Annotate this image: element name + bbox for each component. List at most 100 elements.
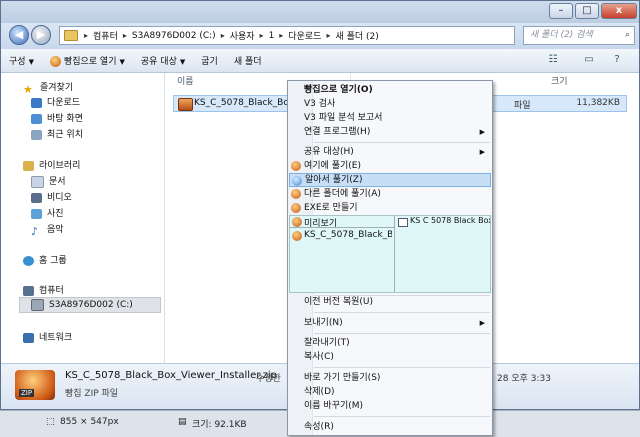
nav-homegroup-label: 홈 그룹 — [39, 256, 67, 266]
open-with-bandizip-button[interactable]: 빵집으로 열기 ▼ — [42, 54, 133, 67]
breadcrumb-downloads[interactable]: 다운로드 — [288, 29, 321, 42]
menu-copy[interactable]: 복사(C) — [289, 350, 491, 364]
back-button[interactable]: ◀ — [9, 25, 29, 45]
pictures-icon — [31, 208, 42, 219]
menu-preview-panel[interactable]: 미리보기 KS_C_5078_Black_Box_Vi KS C 5078 Bl… — [289, 215, 491, 293]
address-bar[interactable]: ▸ 컴퓨터 ▸ S3A8976D002 (C:) ▸ 사용자 ▸ 1 ▸ 다운로… — [59, 26, 515, 45]
breadcrumb-new-folder[interactable]: 새 폴더 (2) — [335, 29, 378, 42]
breadcrumb-computer[interactable]: 컴퓨터 — [93, 29, 118, 42]
homegroup-icon — [23, 255, 34, 266]
star-icon: ★ — [23, 82, 33, 96]
bandizip-icon — [49, 56, 61, 67]
menu-properties[interactable]: 속성(R) — [289, 420, 491, 434]
menu-cut[interactable]: 잘라내기(T) — [289, 336, 491, 350]
organize-button[interactable]: 구성 ▼ — [1, 54, 42, 67]
submenu-arrow-icon: ▶ — [479, 148, 485, 156]
minimize-button[interactable]: – — [549, 3, 573, 19]
nav-network-label: 네트워크 — [39, 333, 73, 343]
view-options-icon[interactable]: ☷ — [545, 53, 561, 67]
nav-desktop[interactable]: 바탕 화면 — [31, 112, 83, 126]
zip-file-icon — [178, 98, 193, 111]
details-modified-label: 수정한 — [256, 374, 281, 384]
nav-music[interactable]: ♪ 음악 — [31, 223, 64, 238]
videos-icon — [31, 192, 42, 203]
nav-favorites[interactable]: ★ 즐겨찾기 — [23, 81, 73, 96]
nav-pictures[interactable]: 사진 — [31, 207, 64, 221]
menu-extract-other-label: 다른 폴더에 풀기(A) — [304, 189, 381, 199]
nav-drive[interactable]: S3A8976D002 (C:) — [31, 298, 133, 312]
menu-create-shortcut[interactable]: 바로 가기 만들기(S) — [289, 371, 491, 385]
nav-downloads[interactable]: 다운로드 — [31, 96, 80, 110]
forward-button[interactable]: ▶ — [31, 25, 51, 45]
details-filename: KS_C_5078_Black_Box_Viewer_Installer.zip — [65, 370, 277, 381]
menu-v3-scan[interactable]: V3 검사 — [289, 97, 491, 111]
breadcrumb-drive[interactable]: S3A8976D002 (C:) — [132, 31, 216, 41]
nav-computer[interactable]: 컴퓨터 — [23, 284, 64, 298]
nav-documents[interactable]: 문서 — [31, 175, 66, 189]
search-placeholder: 새 폴더 (2) 검색 — [530, 30, 593, 40]
burn-button[interactable]: 굽기 — [193, 54, 226, 67]
nav-videos[interactable]: 비디오 — [31, 191, 72, 205]
menu-open-with-bandizip[interactable]: 빵집으로 열기(O) — [289, 83, 491, 97]
title-bar[interactable]: – □ x — [1, 1, 639, 23]
nav-libraries[interactable]: 라이브러리 — [23, 159, 80, 173]
nav-music-label: 음악 — [47, 225, 64, 235]
preview-item[interactable]: KS_C_5078_Black_Box_Vi — [304, 230, 392, 240]
nav-network[interactable]: 네트워크 — [23, 331, 72, 345]
file-type: 파일 — [514, 101, 531, 111]
file-name: KS_C_5078_Black_Box_ — [194, 98, 299, 108]
context-menu: 빵집으로 열기(O) V3 검사 V3 파일 분석 보고서 연결 프로그램(H)… — [287, 80, 493, 436]
menu-separator — [314, 333, 490, 334]
libraries-icon — [23, 160, 34, 171]
nav-downloads-label: 다운로드 — [47, 98, 81, 108]
preview-pane-icon[interactable]: ▭ — [581, 53, 597, 67]
breadcrumb-users[interactable]: 사용자 — [230, 29, 255, 42]
menu-send-to[interactable]: 보내기(N) ▶ — [289, 316, 491, 330]
menu-extract-other[interactable]: 다른 폴더에 풀기(A) — [289, 187, 491, 201]
command-bar: 구성 ▼ 빵집으로 열기 ▼ 공유 대상 ▼ 굽기 새 폴더 ☷ ▭ ? — [1, 49, 639, 73]
chevron-right-icon: ▸ — [220, 31, 225, 40]
zip-icon-label: ZIP — [19, 389, 35, 397]
menu-make-exe[interactable]: EXE로 만들기 — [289, 201, 491, 215]
menu-delete[interactable]: 삭제(D) — [289, 385, 491, 399]
zip-file-icon — [292, 231, 302, 241]
menu-extract-here-label: 여기에 풀기(E) — [304, 161, 361, 171]
chevron-right-icon: ▸ — [84, 31, 89, 40]
menu-restore[interactable]: 이전 버전 복원(U) — [289, 295, 491, 309]
menu-separator — [314, 367, 490, 368]
search-icon[interactable]: ⌕ — [625, 27, 630, 44]
menu-open-with-label: 연결 프로그램(H) — [304, 127, 371, 137]
computer-icon — [23, 285, 34, 296]
nav-homegroup[interactable]: 홈 그룹 — [23, 254, 67, 268]
menu-open-with[interactable]: 연결 프로그램(H) ▶ — [289, 125, 491, 139]
menu-smart-extract[interactable]: 알아서 풀기(Z) — [289, 173, 491, 187]
menu-share-with-label: 공유 대상(H) — [304, 147, 354, 157]
menu-separator — [314, 312, 490, 313]
menu-extract-here[interactable]: 여기에 풀기(E) — [289, 159, 491, 173]
new-folder-button[interactable]: 새 폴더 — [226, 54, 270, 67]
close-button[interactable]: x — [601, 3, 637, 19]
address-row: ◀ ▶ ▸ 컴퓨터 ▸ S3A8976D002 (C:) ▸ 사용자 ▸ 1 ▸… — [1, 23, 639, 49]
music-icon: ♪ — [31, 224, 39, 238]
bandizip-icon — [291, 161, 301, 171]
search-input[interactable]: 새 폴더 (2) 검색 ⌕ — [523, 26, 635, 45]
preview-split — [394, 216, 395, 292]
menu-v3-report[interactable]: V3 파일 분석 보고서 — [289, 111, 491, 125]
desktop-icon — [31, 113, 42, 124]
column-header-size[interactable]: 크기 — [545, 73, 635, 91]
details-modified-time: 28 오후 3:33 — [497, 374, 551, 384]
nav-recent[interactable]: 최근 위치 — [31, 128, 83, 142]
organize-label: 구성 — [9, 57, 26, 67]
breadcrumb-user[interactable]: 1 — [269, 31, 275, 41]
maximize-button[interactable]: □ — [575, 3, 599, 19]
bandizip-icon — [292, 176, 302, 186]
image-file-size: 크기: 92.1KB — [192, 420, 247, 430]
share-with-button[interactable]: 공유 대상 ▼ — [133, 54, 193, 67]
help-icon[interactable]: ? — [609, 53, 625, 67]
zip-large-icon: ZIP — [15, 370, 55, 400]
dropdown-arrow-icon: ▼ — [179, 58, 186, 66]
menu-rename[interactable]: 이름 바꾸기(M) — [289, 399, 491, 413]
preview-right-item: KS C 5078 Black Box Vi — [410, 216, 490, 225]
menu-share-with[interactable]: 공유 대상(H) ▶ — [289, 145, 491, 159]
recent-places-icon — [31, 129, 42, 140]
